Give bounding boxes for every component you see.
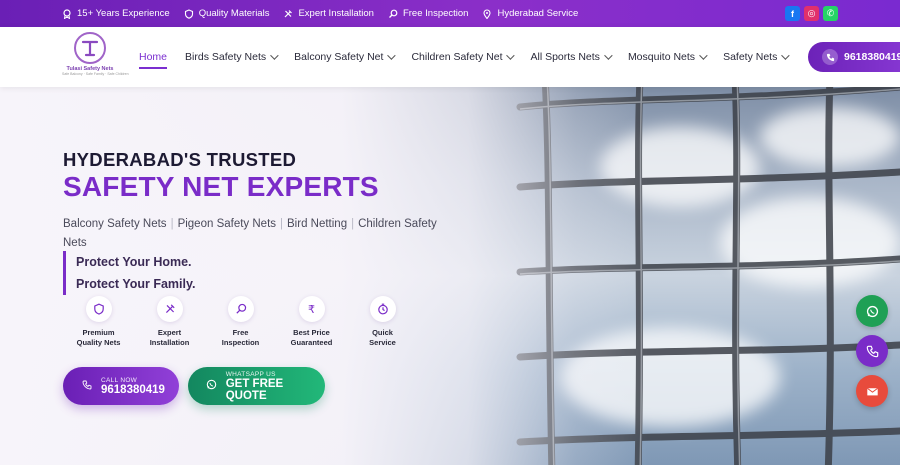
hero-headline-line1: HYDERABAD'S TRUSTED — [63, 149, 297, 170]
shield-icon — [85, 296, 112, 322]
whatsapp-icon[interactable]: ✆ — [823, 6, 838, 21]
chevron-down-icon — [506, 51, 516, 60]
feature-list: Premium Quality Nets Expert Installation… — [63, 296, 418, 348]
feature-free-inspection: Free Inspection — [205, 296, 276, 348]
feature-best-price: ₹ Best Price Guaranteed — [276, 296, 347, 348]
feature-expert-installation: Expert Installation — [134, 296, 205, 348]
facebook-icon[interactable]: f — [785, 6, 800, 21]
topbar-item-location: Hyderabad Service — [482, 8, 578, 19]
hero-headline-line2: SAFETY NET EXPERTS — [63, 171, 379, 202]
whatsapp-icon — [206, 379, 218, 393]
social-links: f ◎ ✆ — [785, 6, 838, 21]
chevron-down-icon — [387, 51, 397, 60]
topbar-item-installation: Expert Installation — [283, 8, 374, 19]
floating-whatsapp-button[interactable] — [856, 295, 888, 327]
hero-services-list: Balcony Safety Nets | Pigeon Safety Nets | B… — [63, 218, 437, 249]
phone-icon — [866, 345, 878, 357]
logo-emblem — [74, 32, 106, 64]
chevron-down-icon — [270, 51, 279, 60]
whatsapp-quote-button[interactable]: WHATSAPP US GET FREE QUOTE — [188, 367, 325, 405]
nav-item-all-sports-nets[interactable]: All Sports Nets — [530, 51, 613, 63]
nav-item-birds-safety-nets[interactable]: Birds Safety Nets — [185, 51, 279, 63]
nav-item-home[interactable]: Home — [139, 51, 168, 69]
phone-icon — [81, 380, 93, 393]
site-logo[interactable]: Tulasi Safety Nets Safe Balcony · Safe F… — [62, 32, 129, 82]
chevron-down-icon — [604, 51, 613, 60]
shield-icon — [184, 8, 194, 19]
topbar-item-quality: Quality Materials — [184, 8, 269, 19]
tools-icon — [156, 296, 183, 322]
clock-icon — [369, 296, 396, 322]
nav-item-children-safety-net[interactable]: Children Safety Net — [411, 51, 516, 63]
chevron-down-icon — [781, 51, 791, 60]
feature-quick-service: Quick Service — [347, 296, 418, 348]
instagram-icon[interactable]: ◎ — [804, 6, 819, 21]
location-pin-icon — [482, 9, 492, 19]
nav-call-button[interactable]: 9618380419 — [808, 42, 900, 72]
tagline-home: Protect Your Home. — [76, 255, 192, 269]
floating-email-button[interactable] — [856, 375, 888, 407]
hero-tagline-box: Protect Your Home. Protect Your Family. — [63, 251, 195, 295]
search-icon — [227, 296, 254, 322]
hero-section: HYDERABAD'S TRUSTED SAFETY NET EXPERTS B… — [0, 87, 900, 465]
main-navbar: Tulasi Safety Nets Safe Balcony · Safe F… — [0, 27, 900, 87]
nav-menu: Home Birds Safety Nets Balcony Safety Ne… — [139, 27, 805, 87]
mail-icon — [866, 387, 878, 395]
chevron-down-icon — [699, 51, 708, 60]
whatsapp-icon — [866, 305, 878, 317]
top-info-bar: 15+ Years Experience Quality Materials E… — [0, 0, 900, 27]
badge-icon — [62, 8, 72, 19]
topbar-item-experience: 15+ Years Experience — [62, 8, 170, 19]
call-now-button[interactable]: CALL NOW 9618380419 — [63, 367, 179, 405]
feature-premium-quality: Premium Quality Nets — [63, 296, 134, 348]
tagline-family: Protect Your Family. — [76, 277, 196, 291]
phone-icon — [822, 49, 838, 65]
search-icon — [388, 9, 398, 19]
nav-item-balcony-safety-net[interactable]: Balcony Safety Net — [294, 51, 397, 63]
nav-item-mosquito-nets[interactable]: Mosquito Nets — [628, 51, 708, 63]
topbar-item-inspection: Free Inspection — [388, 8, 468, 19]
tools-icon — [283, 9, 293, 19]
nav-item-safety-nets[interactable]: Safety Nets — [723, 51, 791, 63]
logo-tagline: Safe Balcony · Safe Family · Safe Childr… — [62, 72, 129, 76]
floating-call-button[interactable] — [856, 335, 888, 367]
rupee-icon: ₹ — [298, 296, 325, 322]
